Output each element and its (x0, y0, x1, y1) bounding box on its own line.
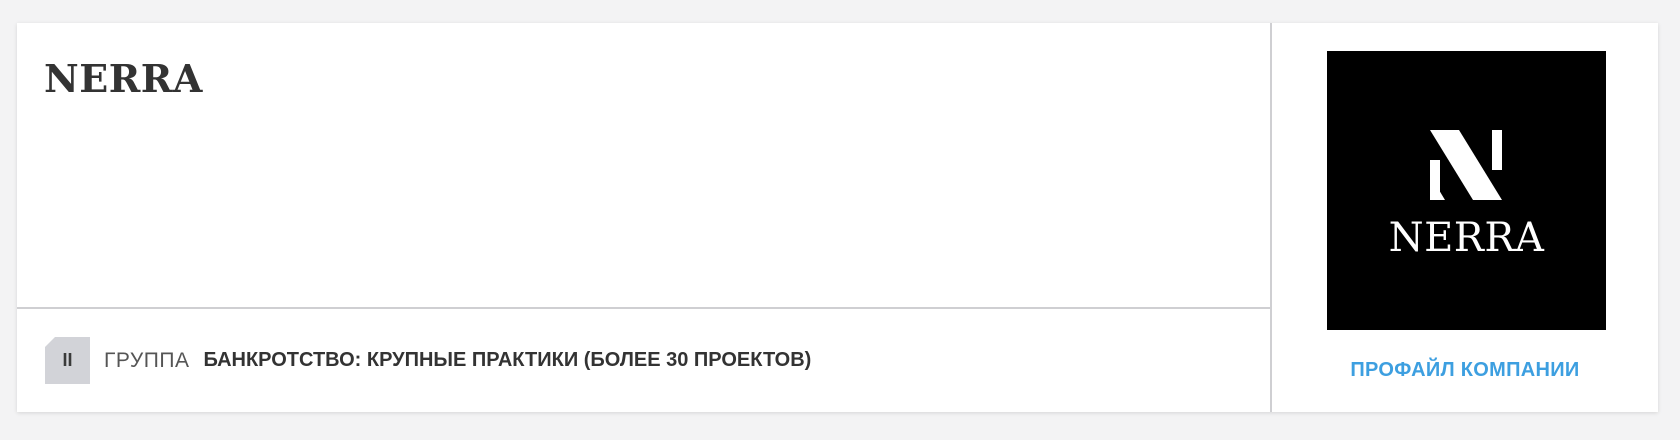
tier-badge: II (45, 337, 90, 384)
company-ranking-card: NERRA II ГРУППА БАНКРОТСТВО: КРУПНЫЕ ПРА… (17, 23, 1658, 412)
company-logo[interactable]: NERRA (1327, 51, 1606, 330)
card-sidebar: NERRA ПРОФАЙЛ КОМПАНИИ (1272, 23, 1658, 412)
ranking-row: II ГРУППА БАНКРОТСТВО: КРУПНЫЕ ПРАКТИКИ … (17, 309, 1270, 412)
company-profile-link[interactable]: ПРОФАЙЛ КОМПАНИИ (1272, 359, 1658, 382)
practice-name[interactable]: БАНКРОТСТВО: КРУПНЫЕ ПРАКТИКИ (БОЛЕЕ 30 … (203, 349, 811, 372)
card-header: NERRA (17, 23, 1270, 309)
company-name[interactable]: NERRA (44, 56, 203, 101)
logo-mark-diagonal (1430, 130, 1502, 200)
nerra-logo-icon: NERRA (1389, 130, 1545, 261)
logo-wordmark: NERRA (1389, 215, 1545, 261)
card-main: NERRA II ГРУППА БАНКРОТСТВО: КРУПНЫЕ ПРА… (17, 23, 1272, 412)
logo-mark-right-stem (1492, 130, 1502, 170)
group-label: ГРУППА (104, 348, 190, 372)
